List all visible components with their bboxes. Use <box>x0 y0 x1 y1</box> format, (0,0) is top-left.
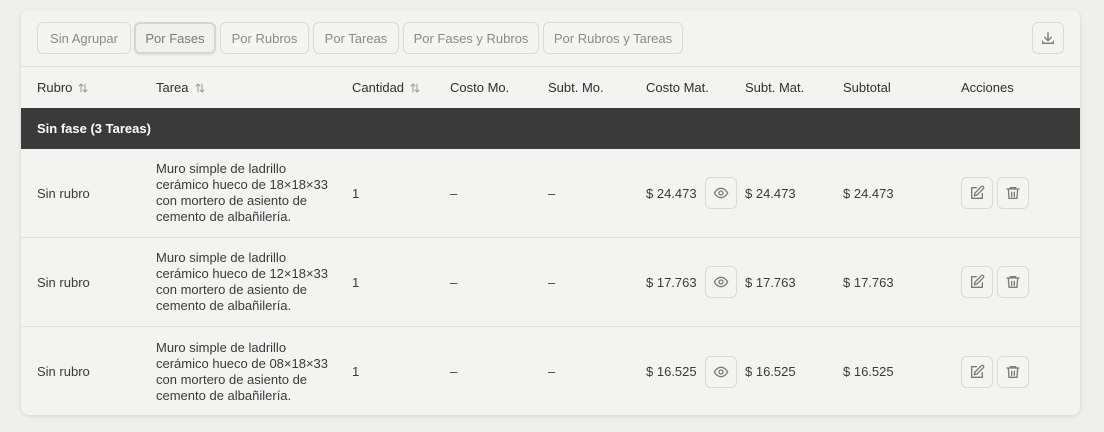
cell-tarea: Muro simple de ladrillo cerámico hueco d… <box>156 250 329 313</box>
trash-icon <box>1006 276 1020 288</box>
edit-icon <box>971 274 985 288</box>
tab-sin-agrupar[interactable]: Sin Agrupar <box>37 22 131 54</box>
table-row: Sin rubro Muro simple de ladrillo cerámi… <box>21 149 1080 238</box>
sort-icon[interactable] <box>194 82 206 94</box>
edit-icon <box>971 185 985 199</box>
header-subt-mat: Subt. Mat. <box>745 80 805 95</box>
header-subt-mo: Subt. Mo. <box>548 80 604 95</box>
cell-subt-mat: $ 16.525 <box>745 364 796 379</box>
header-rubro[interactable]: Rubro <box>37 67 89 108</box>
tab-por-rubros-y-tareas[interactable]: Por Rubros y Tareas <box>543 22 683 54</box>
table-row: Sin rubro Muro simple de ladrillo cerámi… <box>21 238 1080 327</box>
cell-subtotal: $ 24.473 <box>843 185 894 201</box>
view-materials-button[interactable] <box>704 177 737 209</box>
trash-icon <box>1006 365 1020 378</box>
download-icon <box>1042 31 1054 44</box>
delete-button[interactable] <box>997 177 1029 209</box>
grouping-toolbar: Sin Agrupar Por Fases Por Rubros Por Tar… <box>21 10 1080 67</box>
header-costo-mat: Costo Mat. <box>646 80 709 95</box>
download-button[interactable] <box>1032 22 1064 54</box>
view-materials-button[interactable] <box>704 266 737 298</box>
table-body: Sin rubro Muro simple de ladrillo cerámi… <box>21 149 1080 415</box>
cell-rubro: Sin rubro <box>37 274 90 290</box>
header-tarea[interactable]: Tarea <box>156 67 206 108</box>
cell-subt-mo: – <box>548 274 556 290</box>
tab-por-tareas[interactable]: Por Tareas <box>313 22 399 54</box>
tab-por-fases[interactable]: Por Fases <box>134 22 216 54</box>
trash-icon <box>1006 187 1020 199</box>
table-header: Rubro Tarea Cantidad Costo Mo. Subt. Mo.… <box>21 67 1080 108</box>
cell-rubro: Sin rubro <box>37 185 90 201</box>
edit-button[interactable] <box>961 355 993 388</box>
header-cantidad-label: Cantidad <box>352 80 405 95</box>
header-acciones: Acciones <box>961 80 1014 95</box>
cell-cantidad: 1 <box>352 274 360 290</box>
delete-button[interactable] <box>997 266 1029 298</box>
header-tarea-label: Tarea <box>156 80 189 95</box>
cell-subt-mo: – <box>548 185 556 201</box>
cell-rubro: Sin rubro <box>37 364 90 379</box>
view-materials-button[interactable] <box>704 355 737 388</box>
eye-icon <box>713 276 728 288</box>
header-subtotal: Subtotal <box>843 80 891 95</box>
delete-button[interactable] <box>997 355 1029 388</box>
group-header: Sin fase (3 Tareas) <box>21 108 1080 149</box>
eye-icon <box>713 187 728 199</box>
sort-icon[interactable] <box>409 82 421 94</box>
cell-costo-mat: $ 24.473 <box>646 185 697 201</box>
cell-subtotal: $ 17.763 <box>843 274 894 290</box>
edit-button[interactable] <box>961 266 993 298</box>
sort-icon[interactable] <box>77 82 89 94</box>
cell-subt-mat: $ 17.763 <box>745 274 796 290</box>
cell-costo-mat: $ 16.525 <box>646 364 697 379</box>
edit-button[interactable] <box>961 177 993 209</box>
cell-costo-mat: $ 17.763 <box>646 274 697 290</box>
cell-tarea: Muro simple de ladrillo cerámico hueco d… <box>156 161 329 224</box>
header-rubro-label: Rubro <box>37 80 73 95</box>
tasks-card: Sin Agrupar Por Fases Por Rubros Por Tar… <box>21 10 1080 415</box>
tab-por-rubros[interactable]: Por Rubros <box>220 22 309 54</box>
cell-cantidad: 1 <box>352 185 360 201</box>
cell-subtotal: $ 16.525 <box>843 364 894 379</box>
header-costo-mo: Costo Mo. <box>450 80 510 95</box>
cell-tarea: Muro simple de ladrillo cerámico hueco d… <box>156 339 329 403</box>
cell-subt-mat: $ 24.473 <box>745 185 796 201</box>
cell-cantidad: 1 <box>352 364 360 379</box>
edit-icon <box>971 364 985 378</box>
cell-costo-mo: – <box>450 364 458 379</box>
header-cantidad[interactable]: Cantidad <box>352 67 421 108</box>
cell-subt-mo: – <box>548 364 556 379</box>
table-row: Sin rubro Muro simple de ladrillo cerámi… <box>21 327 1080 415</box>
cell-costo-mo: – <box>450 274 458 290</box>
tab-por-fases-y-rubros[interactable]: Por Fases y Rubros <box>403 22 539 54</box>
cell-costo-mo: – <box>450 185 458 201</box>
eye-icon <box>713 366 728 377</box>
